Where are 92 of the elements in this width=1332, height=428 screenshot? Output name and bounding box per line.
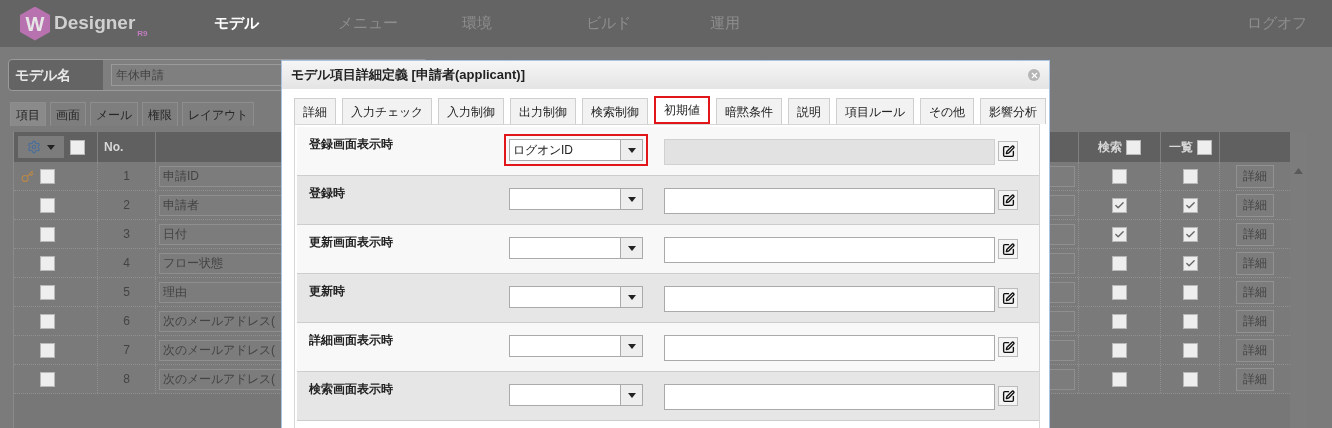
row-label: 登録画面表示時 <box>309 136 394 153</box>
dialog-tab[interactable]: 初期値 <box>654 96 710 124</box>
edit-icon <box>1001 291 1015 305</box>
checkbox[interactable] <box>1112 226 1127 242</box>
checkbox[interactable] <box>1182 284 1198 300</box>
nav-item[interactable]: モデル <box>214 12 338 35</box>
checkbox[interactable] <box>40 313 55 329</box>
edit-button[interactable] <box>998 190 1018 210</box>
dialog-tab[interactable]: その他 <box>920 98 974 124</box>
dialog-tab[interactable]: 出力制御 <box>510 98 576 124</box>
checkbox[interactable] <box>1112 284 1127 300</box>
page-tab[interactable]: 権限 <box>142 102 178 126</box>
edit-button[interactable] <box>998 386 1018 406</box>
dropdown[interactable] <box>509 237 643 259</box>
row-label: 検索画面表示時 <box>309 381 394 398</box>
dialog-tab[interactable]: 影響分析 <box>980 98 1046 124</box>
page-tab[interactable]: メール <box>90 102 138 126</box>
edit-icon <box>1001 193 1015 207</box>
caret-icon <box>627 343 636 349</box>
checkbox[interactable] <box>40 226 55 242</box>
checkbox[interactable] <box>1182 226 1198 242</box>
checkbox[interactable] <box>40 342 55 358</box>
caret-icon <box>627 392 636 398</box>
checkbox[interactable] <box>1112 197 1127 213</box>
dropdown[interactable] <box>509 286 643 308</box>
checkbox[interactable] <box>1112 168 1127 184</box>
dropdown[interactable] <box>509 335 643 357</box>
page-tab[interactable]: レイアウト <box>182 102 254 126</box>
checkbox[interactable] <box>1182 342 1198 358</box>
dropdown[interactable]: ログオンID <box>509 139 643 161</box>
edit-icon <box>1001 144 1015 158</box>
gear-icon <box>27 140 41 154</box>
checkbox[interactable] <box>70 139 85 155</box>
edit-icon <box>1001 340 1015 354</box>
edit-button[interactable] <box>998 141 1018 161</box>
dialog-tab[interactable]: 暗黙条件 <box>716 98 782 124</box>
row-label: 登録時 <box>309 185 346 202</box>
dialog-tab[interactable]: 説明 <box>788 98 830 124</box>
checkbox[interactable] <box>1112 371 1127 387</box>
dropdown[interactable] <box>509 188 643 210</box>
caret-icon <box>47 144 55 150</box>
checkbox[interactable] <box>1182 371 1198 387</box>
checkbox[interactable] <box>40 168 55 184</box>
checkbox[interactable] <box>1112 342 1127 358</box>
check-icon <box>1114 199 1125 211</box>
field-label: モデル名 <box>9 60 103 90</box>
check-icon <box>1114 228 1125 240</box>
edit-icon <box>1001 242 1015 256</box>
value-field[interactable] <box>664 286 995 312</box>
checkbox[interactable] <box>1112 255 1127 271</box>
dialog-tab[interactable]: 項目ルール <box>836 98 914 124</box>
caret-icon <box>627 294 636 300</box>
checkbox[interactable] <box>1112 313 1127 329</box>
value-field[interactable] <box>664 188 995 214</box>
checkbox[interactable] <box>1182 168 1198 184</box>
column-header: 検索 <box>1098 139 1122 156</box>
checkbox[interactable] <box>40 371 55 387</box>
column-header: 一覧 <box>1168 139 1193 156</box>
dialog-tab[interactable]: 詳細 <box>294 98 336 124</box>
value-field[interactable] <box>664 237 995 263</box>
checkbox[interactable] <box>40 255 55 271</box>
checkbox[interactable] <box>40 197 55 213</box>
page-tab[interactable]: 画面 <box>50 102 86 126</box>
checkbox[interactable] <box>1182 313 1198 329</box>
version-label: R9 <box>137 27 148 40</box>
check-icon <box>1184 199 1196 211</box>
checkbox[interactable] <box>1126 139 1141 155</box>
edit-button[interactable] <box>998 239 1018 259</box>
dialog-tab[interactable]: 入力制御 <box>438 98 504 124</box>
dropdown[interactable] <box>509 384 643 406</box>
caret-icon <box>627 147 636 153</box>
close-icon[interactable] <box>1028 69 1040 81</box>
edit-button[interactable] <box>998 337 1018 357</box>
edit-icon <box>1001 389 1015 403</box>
check-icon <box>1184 257 1196 269</box>
value-field[interactable] <box>664 384 995 410</box>
check-icon <box>1184 228 1196 240</box>
logo-mark: W <box>20 6 50 41</box>
row-label: 更新画面表示時 <box>309 234 394 251</box>
dialog-tab[interactable]: 入力チェック <box>342 98 432 124</box>
logo-text: Designer <box>54 11 136 36</box>
row-label: 更新時 <box>309 283 346 300</box>
caret-icon <box>627 196 636 202</box>
checkbox[interactable] <box>1182 255 1198 271</box>
value-field[interactable] <box>664 335 995 361</box>
checkbox[interactable] <box>40 284 55 300</box>
row-label: 詳細画面表示時 <box>309 332 394 349</box>
page-tab[interactable]: 項目 <box>10 102 46 126</box>
edit-button[interactable] <box>998 288 1018 308</box>
checkbox[interactable] <box>1196 139 1212 155</box>
dialog-tab[interactable]: 検索制御 <box>582 98 648 124</box>
checkbox[interactable] <box>1182 197 1198 213</box>
